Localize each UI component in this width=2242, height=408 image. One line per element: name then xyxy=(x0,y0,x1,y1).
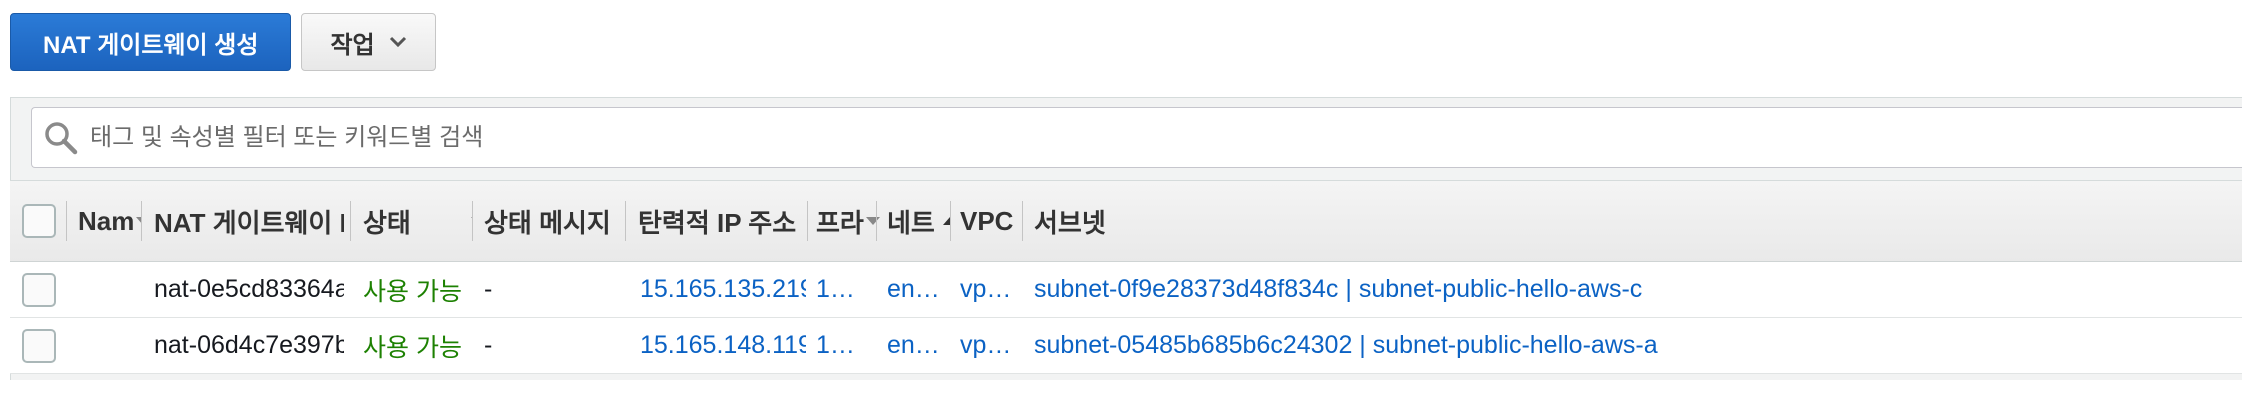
column-header-private-ip[interactable]: 프라 xyxy=(816,181,880,261)
column-header-private-ip-label: 프라 xyxy=(816,207,864,238)
table-header: Nam NAT 게이트웨이 ID 상태 상태 메시지 탄력적 IP 주소 프라 … xyxy=(10,180,2242,262)
sort-desc-icon xyxy=(865,217,880,225)
column-header-name[interactable]: Nam xyxy=(78,181,142,261)
cell-subnet[interactable]: subnet-0f9e28373d48f834c | subnet-public… xyxy=(1034,262,2034,317)
cell-name xyxy=(78,318,138,373)
column-separator xyxy=(141,201,142,241)
cell-nat-id: nat-0e5cd83364a… xyxy=(154,275,344,303)
column-header-subnet[interactable]: 서브넷 xyxy=(1034,181,1234,261)
column-header-status[interactable]: 상태 xyxy=(363,181,473,261)
column-header-subnet-label: 서브넷 xyxy=(1034,207,1106,238)
column-separator xyxy=(66,201,67,241)
cell-status-message: - xyxy=(484,331,493,359)
row-checkbox[interactable] xyxy=(22,329,56,363)
actions-label: 작업 xyxy=(330,31,375,59)
column-separator xyxy=(876,201,877,241)
search-input[interactable] xyxy=(88,116,2242,159)
column-separator xyxy=(807,201,808,241)
search-bar[interactable] xyxy=(31,107,2242,168)
cell-vpc[interactable]: vp… xyxy=(960,318,1020,373)
column-header-name-label: Nam xyxy=(78,205,135,236)
column-header-vpc-label: VPC xyxy=(960,205,1014,236)
cell-status: 사용 가능 xyxy=(363,277,462,306)
cell-subnet[interactable]: subnet-05485b685b6c24302 | subnet-public… xyxy=(1034,318,2034,373)
column-separator xyxy=(472,201,473,241)
column-separator xyxy=(625,201,626,241)
cell-status-message: - xyxy=(484,275,493,303)
column-separator xyxy=(350,201,351,241)
toolbar: NAT 게이트웨이 생성 작업 xyxy=(10,13,436,73)
actions-dropdown-button[interactable]: 작업 xyxy=(301,13,436,71)
cell-nat-id: nat-06d4c7e397b… xyxy=(154,331,344,359)
cell-elastic-ip[interactable]: 15.165.148.119 xyxy=(640,318,806,373)
chevron-down-icon xyxy=(389,36,406,48)
cell-vpc[interactable]: vp… xyxy=(960,262,1020,317)
column-header-vpc[interactable]: VPC xyxy=(960,181,1020,261)
column-header-nat-id[interactable]: NAT 게이트웨이 ID xyxy=(154,181,344,261)
select-all-checkbox[interactable] xyxy=(22,204,56,238)
cell-network[interactable]: en… xyxy=(887,262,947,317)
column-header-network[interactable]: 네트 xyxy=(887,181,951,261)
column-header-network-label: 네트 xyxy=(887,207,935,238)
column-header-elastic-ip[interactable]: 탄력적 IP 주소 xyxy=(638,181,804,261)
table-row[interactable]: nat-06d4c7e397b… 사용 가능 - 15.165.148.119 … xyxy=(10,318,2242,374)
column-header-elastic-ip-label: 탄력적 IP 주소 xyxy=(638,207,797,238)
create-nat-gateway-label: NAT 게이트웨이 생성 xyxy=(43,31,259,59)
cell-elastic-ip[interactable]: 15.165.135.219 xyxy=(640,262,806,317)
column-separator xyxy=(1022,201,1023,241)
search-icon xyxy=(45,121,78,154)
row-checkbox[interactable] xyxy=(22,273,56,307)
table-row[interactable]: nat-0e5cd83364a… 사용 가능 - 15.165.135.219 … xyxy=(10,262,2242,318)
column-separator xyxy=(950,201,951,241)
column-header-status-message[interactable]: 상태 메시지 xyxy=(484,181,624,261)
cell-private-ip[interactable]: 1… xyxy=(816,318,876,373)
cell-status: 사용 가능 xyxy=(363,333,462,362)
column-header-status-message-label: 상태 메시지 xyxy=(484,207,611,238)
create-nat-gateway-button[interactable]: NAT 게이트웨이 생성 xyxy=(10,13,292,71)
cell-private-ip[interactable]: 1… xyxy=(816,262,876,317)
cell-network[interactable]: en… xyxy=(887,318,947,373)
column-header-nat-id-label: NAT 게이트웨이 ID xyxy=(154,207,344,238)
cell-name xyxy=(78,262,138,317)
column-header-status-label: 상태 xyxy=(363,207,411,238)
